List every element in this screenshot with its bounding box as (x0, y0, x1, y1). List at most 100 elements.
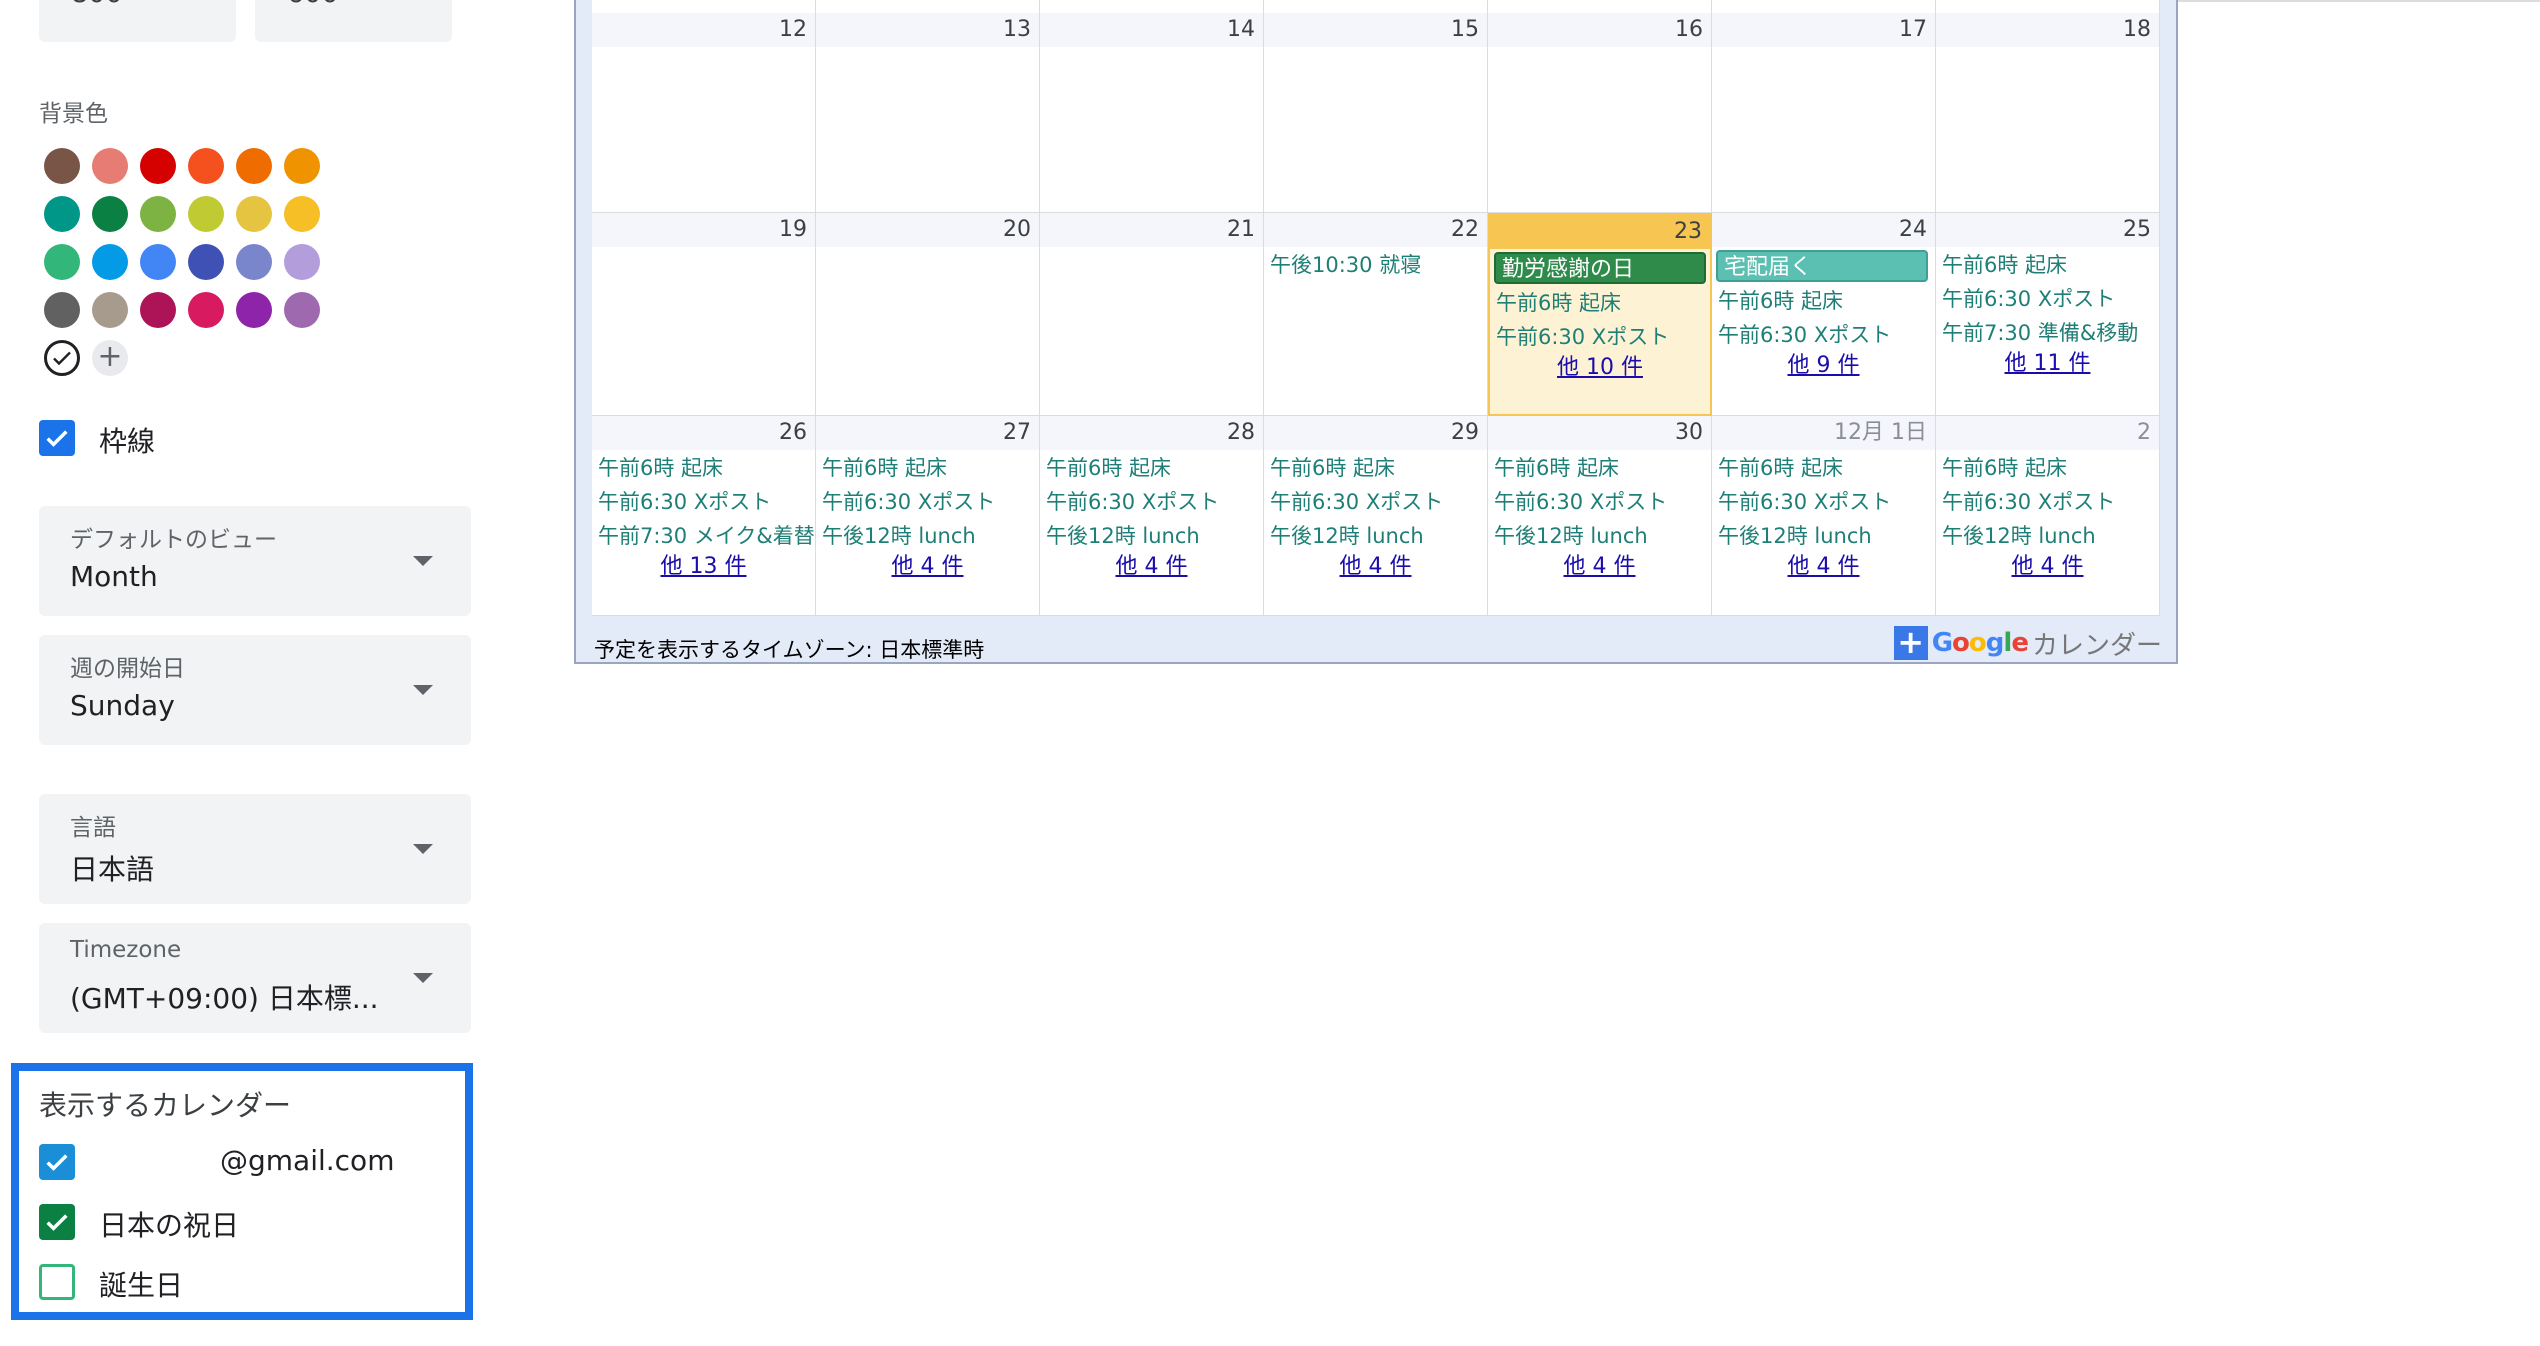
color-swatch[interactable] (140, 244, 176, 280)
event-item[interactable]: 午前6:30 Xポスト (598, 486, 771, 516)
color-swatch[interactable] (92, 244, 128, 280)
color-swatch[interactable] (92, 148, 128, 184)
day-cell[interactable]: 12月 1日 午前6時 起床 午前6:30 Xポスト 午後12時 lunch 他 4 件 (1712, 416, 1936, 616)
event-item[interactable]: 午前6時 起床 (822, 452, 947, 482)
event-item[interactable]: 午前7:30 メイク&着替え (598, 520, 815, 550)
day-cell[interactable]: 19 (592, 213, 816, 416)
color-swatch[interactable] (44, 292, 80, 328)
color-swatch[interactable] (236, 244, 272, 280)
more-events-link[interactable]: 他 13 件 (592, 548, 815, 580)
calendar-checkbox-holidays[interactable] (39, 1204, 75, 1240)
day-cell[interactable]: 22 午後10:30 就寝 (1264, 213, 1488, 416)
height-field[interactable]: 600 (255, 0, 452, 42)
day-cell[interactable]: 2 午前6時 起床 午前6:30 Xポスト 午後12時 lunch 他 4 件 (1936, 416, 2160, 616)
event-item[interactable]: 午後12時 lunch (822, 520, 976, 550)
all-day-event[interactable]: 宅配届く (1716, 250, 1928, 282)
more-events-link[interactable]: 他 10 件 (1490, 349, 1710, 381)
day-cell[interactable]: 27 午前6時 起床 午前6:30 Xポスト 午後12時 lunch 他 4 件 (816, 416, 1040, 616)
calendar-checkbox-birthdays[interactable] (39, 1264, 75, 1300)
day-cell[interactable]: 20 (816, 213, 1040, 416)
day-cell[interactable]: 28 午前6時 起床 午前6:30 Xポスト 午後12時 lunch 他 4 件 (1040, 416, 1264, 616)
event-item[interactable]: 午前6時 起床 (1718, 285, 1843, 315)
day-cell[interactable]: 25 午前6時 起床 午前6:30 Xポスト 午前7:30 準備&移動他 11 件 (1936, 213, 2160, 416)
color-swatch[interactable] (284, 292, 320, 328)
color-swatch[interactable] (236, 292, 272, 328)
event-item[interactable]: 午前6時 起床 (598, 452, 723, 482)
more-events-link[interactable]: 他 4 件 (1712, 548, 1935, 580)
timezone-select[interactable]: Timezone (GMT+09:00) 日本標... (39, 923, 471, 1033)
week-start-select[interactable]: 週の開始日 Sunday (39, 635, 471, 745)
event-item[interactable]: 午前6:30 Xポスト (1942, 486, 2115, 516)
day-cell[interactable]: 30 午前6時 起床 午前6:30 Xポスト 午後12時 lunch 他 4 件 (1488, 416, 1712, 616)
language-select[interactable]: 言語 日本語 (39, 794, 471, 904)
event-item[interactable]: 午後10:30 就寝 (1270, 249, 1421, 279)
width-field[interactable]: 800 (39, 0, 236, 42)
day-cell[interactable]: 16 (1488, 0, 1712, 213)
event-item[interactable]: 午前6:30 Xポスト (1494, 486, 1667, 516)
event-item[interactable]: 午後12時 lunch (1718, 520, 1872, 550)
color-swatch[interactable] (236, 148, 272, 184)
event-item[interactable]: 午前6時 起床 (1494, 452, 1619, 482)
color-swatch[interactable] (140, 196, 176, 232)
google-calendar-badge[interactable]: + Google カレンダー (1893, 625, 2162, 661)
event-item[interactable]: 午前6:30 Xポスト (1718, 319, 1891, 349)
color-swatch[interactable] (284, 244, 320, 280)
event-item[interactable]: 午後12時 lunch (1270, 520, 1424, 550)
event-item[interactable]: 午後12時 lunch (1942, 520, 2096, 550)
event-item[interactable]: 午前6時 起床 (1270, 452, 1395, 482)
day-cell[interactable]: 12 (592, 0, 816, 213)
day-cell[interactable]: 29 午前6時 起床 午前6:30 Xポスト 午後12時 lunch 他 4 件 (1264, 416, 1488, 616)
event-item[interactable]: 午前6:30 Xポスト (1270, 486, 1443, 516)
event-item[interactable]: 午前6:30 Xポスト (1942, 283, 2115, 313)
month-grid: 12 13 14 15 16 17 18 19 20 21 22 午後10:30 就寝 23 勤労感謝の日… (592, 0, 2160, 616)
day-cell[interactable]: 13 (816, 0, 1040, 213)
event-item[interactable]: 午前6時 起床 (1718, 452, 1843, 482)
more-events-link[interactable]: 他 4 件 (1040, 548, 1263, 580)
more-events-link[interactable]: 他 4 件 (816, 548, 1039, 580)
color-swatch[interactable] (44, 196, 80, 232)
color-swatch[interactable] (236, 196, 272, 232)
color-swatch[interactable] (92, 292, 128, 328)
color-swatch[interactable] (188, 292, 224, 328)
border-checkbox[interactable] (39, 420, 75, 456)
day-cell[interactable]: 21 (1040, 213, 1264, 416)
calendar-checkbox-gmail[interactable] (39, 1144, 75, 1180)
color-swatch[interactable] (188, 148, 224, 184)
more-events-link[interactable]: 他 11 件 (1936, 345, 2159, 377)
color-swatch[interactable] (140, 292, 176, 328)
color-swatch[interactable] (140, 148, 176, 184)
add-color-button[interactable]: + (92, 340, 128, 376)
color-swatch[interactable] (44, 244, 80, 280)
day-cell[interactable]: 18 (1936, 0, 2160, 213)
color-swatch[interactable] (92, 196, 128, 232)
event-item[interactable]: 午前6:30 Xポスト (822, 486, 995, 516)
selected-color-swatch[interactable] (44, 340, 80, 376)
day-cell[interactable]: 23 勤労感謝の日 午前6時 起床 午前6:30 Xポスト他 10 件 (1488, 213, 1712, 416)
all-day-event[interactable]: 勤労感謝の日 (1494, 252, 1706, 284)
day-cell[interactable]: 26 午前6時 起床 午前6:30 Xポスト 午前7:30 メイク&着替え他 13 件 (592, 416, 816, 616)
color-swatch[interactable] (284, 148, 320, 184)
color-swatch[interactable] (44, 148, 80, 184)
event-item[interactable]: 午前6:30 Xポスト (1496, 321, 1669, 351)
day-cell[interactable]: 15 (1264, 0, 1488, 213)
color-swatch[interactable] (188, 244, 224, 280)
color-swatch[interactable] (188, 196, 224, 232)
day-cell[interactable]: 17 (1712, 0, 1936, 213)
event-item[interactable]: 午前7:30 準備&移動 (1942, 317, 2138, 347)
event-item[interactable]: 午前6:30 Xポスト (1718, 486, 1891, 516)
event-item[interactable]: 午後12時 lunch (1494, 520, 1648, 550)
day-cell[interactable]: 24 宅配届く 午前6時 起床 午前6:30 Xポスト他 9 件 (1712, 213, 1936, 416)
color-swatch[interactable] (284, 196, 320, 232)
more-events-link[interactable]: 他 4 件 (1488, 548, 1711, 580)
event-item[interactable]: 午前6時 起床 (1496, 287, 1621, 317)
more-events-link[interactable]: 他 4 件 (1264, 548, 1487, 580)
event-item[interactable]: 午前6時 起床 (1046, 452, 1171, 482)
day-cell[interactable]: 14 (1040, 0, 1264, 213)
event-item[interactable]: 午後12時 lunch (1046, 520, 1200, 550)
event-item[interactable]: 午前6時 起床 (1942, 249, 2067, 279)
more-events-link[interactable]: 他 9 件 (1712, 347, 1935, 379)
default-view-select[interactable]: デフォルトのビュー Month (39, 506, 471, 616)
event-item[interactable]: 午前6時 起床 (1942, 452, 2067, 482)
event-item[interactable]: 午前6:30 Xポスト (1046, 486, 1219, 516)
more-events-link[interactable]: 他 4 件 (1936, 548, 2159, 580)
